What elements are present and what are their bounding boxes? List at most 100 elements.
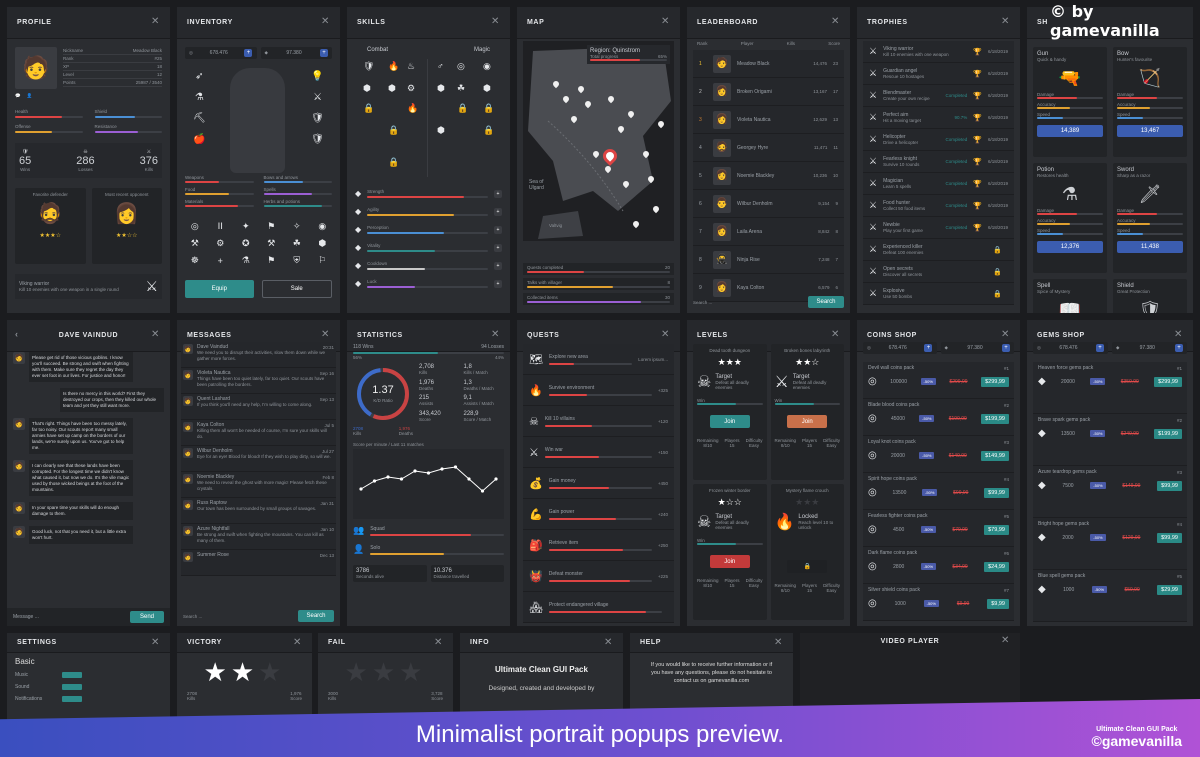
item-slot-icon[interactable]: + bbox=[211, 255, 231, 266]
skill-node-icon[interactable]: 🔒 bbox=[483, 125, 494, 136]
item-slot-icon[interactable]: ⚑ bbox=[262, 255, 282, 266]
avatar[interactable]: 🧑 bbox=[15, 47, 57, 89]
close-icon[interactable]: ✕ bbox=[321, 16, 330, 27]
item-slot-icon[interactable]: ✪ bbox=[236, 238, 256, 249]
table-row[interactable]: 3 👩 Violeta Nautica 12,629 13 bbox=[693, 106, 844, 134]
add-skill-button[interactable]: + bbox=[494, 189, 502, 198]
close-icon[interactable]: ✕ bbox=[151, 16, 160, 27]
item-slot-icon[interactable]: ⬢ bbox=[313, 238, 333, 249]
equipment-slot-icon[interactable]: 🛡 bbox=[311, 134, 324, 145]
add-skill-button[interactable]: + bbox=[494, 279, 502, 288]
level-card[interactable]: Broken bones labyrinth ★★☆ ⚔ Target Defeat a… bbox=[770, 344, 844, 480]
search-input[interactable]: Search ... bbox=[183, 614, 202, 619]
item-slot-icon[interactable]: ⅠⅠ bbox=[211, 221, 231, 232]
buy-button[interactable]: $99,99 bbox=[1157, 532, 1182, 543]
shop-item[interactable]: Sword Sharp as a razor 🗡 Damage Accuracy Spee… bbox=[1113, 163, 1187, 273]
table-row[interactable]: 2 👩 Broken Origami 13,167 17 bbox=[693, 78, 844, 106]
trophy-row[interactable]: ⚔ Food hunter Collect 50 food items Complet… bbox=[863, 195, 1014, 217]
trophy-row[interactable]: ⚔ Blendmaster Create your own recipe Comple… bbox=[863, 85, 1014, 107]
table-row[interactable]: 8 🥷 Ninja Rise 7,248 7 bbox=[693, 246, 844, 274]
search-input[interactable]: Search ... bbox=[693, 300, 712, 305]
item-slot-icon[interactable]: ◉ bbox=[313, 221, 333, 232]
skill-node-icon[interactable]: ⬢ bbox=[363, 83, 371, 94]
skill-node-icon[interactable]: 🔥 bbox=[388, 61, 399, 72]
quest-row[interactable]: 💪 Gain power +240 bbox=[523, 499, 674, 530]
item-slot-icon[interactable]: ☘ bbox=[287, 238, 307, 249]
equipment-slot-icon[interactable]: ➶ bbox=[193, 71, 206, 82]
skill-node-icon[interactable]: 🔒 bbox=[457, 103, 468, 114]
equipment-slot-icon[interactable]: 🍎 bbox=[193, 134, 206, 145]
send-button[interactable]: Send bbox=[130, 611, 164, 623]
item-slot-icon[interactable]: ⚒ bbox=[262, 238, 282, 249]
shop-pack-row[interactable]: Blade blood coins pack #2 ◎ 45000 -50% $199,9… bbox=[863, 399, 1014, 436]
message-row[interactable]: 🧑 Quent Lashard Sep 13 If you think you'll … bbox=[181, 394, 336, 420]
trophy-row[interactable]: ⚔ Magician Learn 5 spells Completed 🏆 6/18/20… bbox=[863, 173, 1014, 195]
join-button[interactable]: Join bbox=[787, 415, 828, 428]
quest-row[interactable]: 💰 Gain money +450 bbox=[523, 468, 674, 499]
shop-item[interactable]: Bow Hunter's favourite 🏹 Damage Accuracy Spee… bbox=[1113, 47, 1187, 157]
skill-node-icon[interactable]: ⬢ bbox=[483, 83, 491, 94]
add-skill-button[interactable]: + bbox=[494, 243, 502, 252]
equipment-slot-icon[interactable]: ⚗ bbox=[193, 92, 206, 103]
close-icon[interactable]: ✕ bbox=[1001, 329, 1010, 340]
quest-row[interactable]: 🎒 Retrieve item +250 bbox=[523, 530, 674, 561]
message-row[interactable]: 🧑 Summer Rose Dec 13 bbox=[181, 550, 336, 576]
buy-button[interactable]: $199,99 bbox=[1154, 428, 1182, 439]
achievement-row[interactable]: Viking warrior Kill 10 enemies with one w… bbox=[15, 274, 162, 299]
tab-magic[interactable]: Magic bbox=[474, 47, 490, 53]
equipment-slot-icon[interactable]: 💡 bbox=[311, 71, 324, 82]
shop-pack-row[interactable]: Devil wall coins pack #1 ◎ 100000 -50% $299,9… bbox=[863, 362, 1014, 399]
skill-node-icon[interactable]: 🔒 bbox=[388, 157, 399, 168]
add-skill-button[interactable]: + bbox=[494, 261, 502, 270]
level-card[interactable]: Mystery flame crouch ★★★ 🔥 Locked Reach leve… bbox=[770, 484, 844, 620]
toggle-switch[interactable] bbox=[62, 696, 82, 702]
message-input[interactable]: Message ... bbox=[13, 614, 39, 620]
trophy-row[interactable]: ⚔ Open secrets Discover all secrets 🔒 bbox=[863, 261, 1014, 283]
close-icon[interactable]: ✕ bbox=[293, 637, 302, 648]
trophy-row[interactable]: ⚔ Newbie Play your first game Completed 🏆 6/1… bbox=[863, 217, 1014, 239]
quest-row[interactable]: 👹 Defeat monster +225 bbox=[523, 561, 674, 592]
search-button[interactable]: Search bbox=[298, 610, 334, 622]
buy-button[interactable]: $29,99 bbox=[1157, 584, 1182, 595]
join-button[interactable]: Join bbox=[709, 555, 750, 568]
trophy-row[interactable]: ⚔ Fearless knight Survive 10 rounds Complet… bbox=[863, 151, 1014, 173]
item-slot-icon[interactable]: ◎ bbox=[185, 221, 205, 232]
shop-pack-row[interactable]: Fearless fighter coins pack #5 ◎ 4500 -50% $7… bbox=[863, 510, 1014, 547]
message-row[interactable]: 🧑 Russ Raptow Jan 31 Our town has been surr… bbox=[181, 498, 336, 524]
add-skill-button[interactable]: + bbox=[494, 225, 502, 234]
message-row[interactable]: 🧑 Dave Vaindud 20:31 We need you to disrupt… bbox=[181, 342, 336, 368]
shop-pack-row[interactable]: Brave spark gems pack #2 ◆ 13500 -50% $249,99… bbox=[1033, 414, 1187, 466]
item-slot-icon[interactable]: ✦ bbox=[236, 221, 256, 232]
buy-button[interactable]: 14,389 bbox=[1037, 125, 1103, 137]
skill-node-icon[interactable]: ⬢ bbox=[437, 83, 445, 94]
sale-button[interactable]: Sale bbox=[261, 280, 332, 298]
shop-pack-row[interactable]: Bright hope gems pack #4 ◆ 2000 -50% $129,99 $… bbox=[1033, 518, 1187, 570]
skill-node-icon[interactable]: 🛡 bbox=[363, 61, 374, 72]
skill-node-icon[interactable]: 🔒 bbox=[363, 103, 374, 114]
skill-node-icon[interactable]: ◎ bbox=[457, 61, 465, 72]
level-card[interactable]: Dead tooth dungeon ★★★ ☠ Target Defeat all d… bbox=[693, 344, 767, 480]
close-icon[interactable]: ✕ bbox=[604, 637, 613, 648]
close-icon[interactable]: ✕ bbox=[1174, 329, 1183, 340]
message-row[interactable]: 🧑 Kaya Colton Jul 5 Killing them all won't … bbox=[181, 420, 336, 446]
table-row[interactable]: 5 👩 Noemie Blackley 10,236 10 bbox=[693, 162, 844, 190]
item-slot-icon[interactable]: ☸ bbox=[185, 255, 205, 266]
shop-pack-row[interactable]: Dark flame coins pack #6 ◎ 2800 -50% $34,99 $2… bbox=[863, 547, 1014, 584]
shop-pack-row[interactable]: Spirit hope coins pack #4 ◎ 13500 -50% $99,99… bbox=[863, 473, 1014, 510]
buy-button[interactable]: $149,99 bbox=[981, 450, 1009, 461]
close-icon[interactable]: ✕ bbox=[151, 329, 160, 340]
add-gems-button[interactable]: + bbox=[1001, 344, 1010, 352]
equipment-slot-icon[interactable]: 🛡 bbox=[311, 113, 324, 124]
skill-node-icon[interactable]: ♨ bbox=[407, 61, 415, 72]
skill-node-icon[interactable]: 🔒 bbox=[483, 103, 494, 114]
friend-icon[interactable]: 👤 bbox=[27, 93, 33, 99]
close-icon[interactable]: ✕ bbox=[434, 637, 443, 648]
skill-node-icon[interactable]: ☘ bbox=[457, 83, 465, 94]
add-coins-button[interactable]: + bbox=[924, 344, 933, 352]
toggle-switch[interactable] bbox=[62, 684, 82, 690]
item-slot-icon[interactable]: ⚙ bbox=[211, 238, 231, 249]
shop-pack-row[interactable]: Blue spell gems pack #5 ◆ 1000 -50% $59,99 $29… bbox=[1033, 570, 1187, 622]
quest-row[interactable]: 🏘 Protect endangered village bbox=[523, 592, 674, 623]
add-coins-button[interactable]: + bbox=[1095, 344, 1104, 352]
close-icon[interactable]: ✕ bbox=[491, 329, 500, 340]
